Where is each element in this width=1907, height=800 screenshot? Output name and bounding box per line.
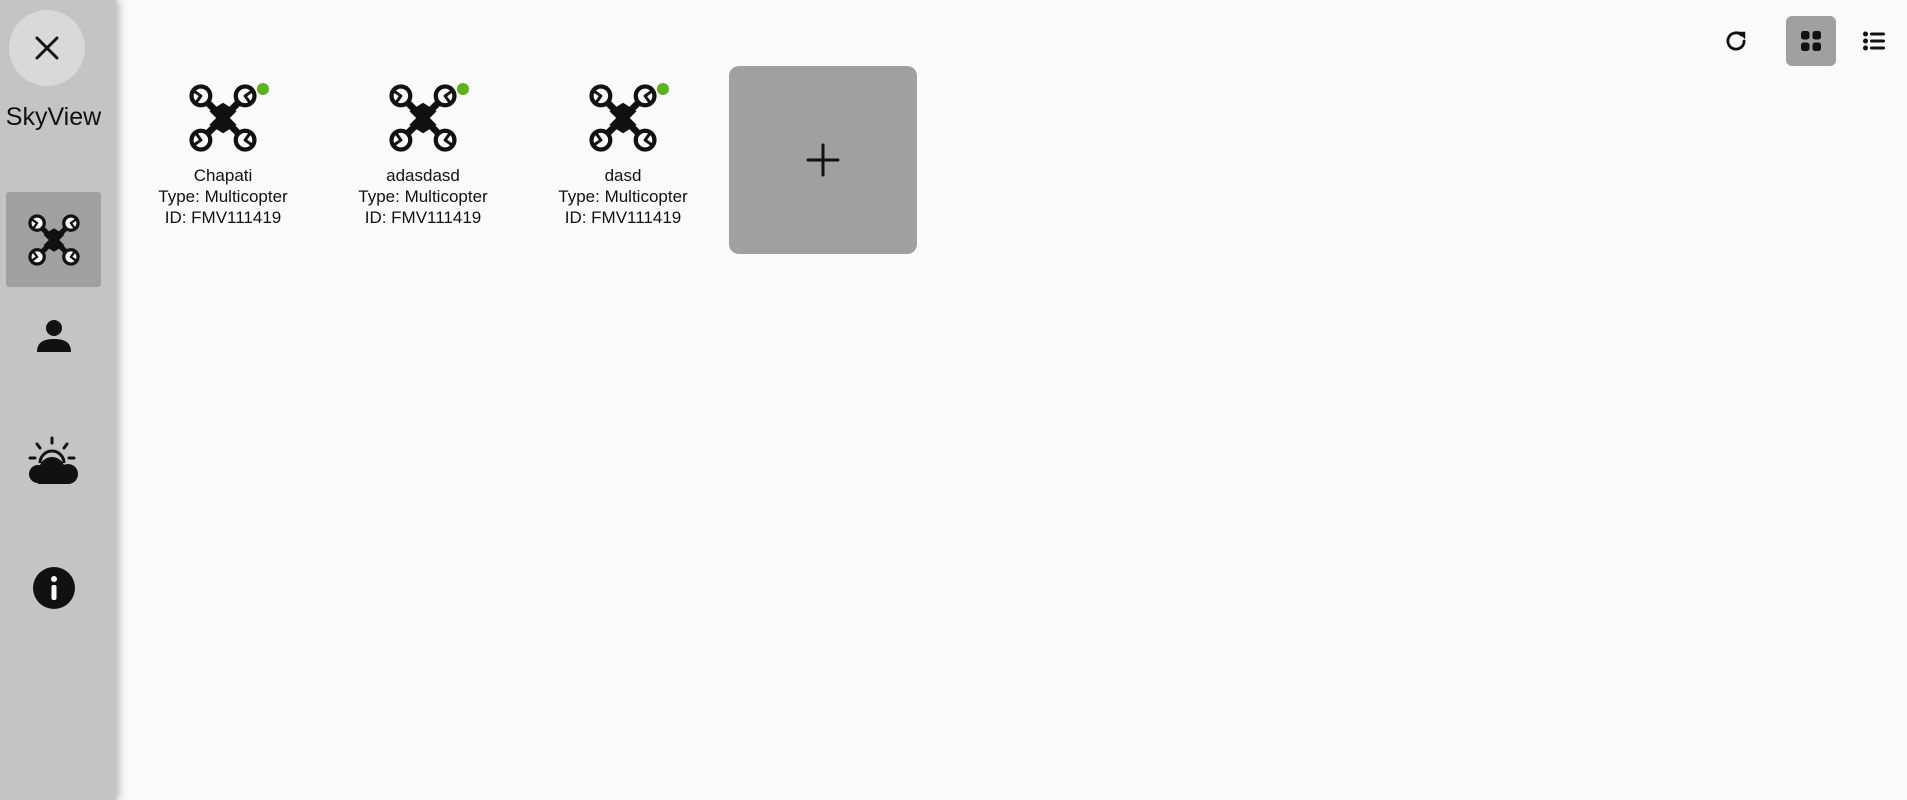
grid-view-icon bbox=[1801, 31, 1821, 51]
sidebar: SkyView bbox=[0, 0, 116, 800]
drone-name: Chapati bbox=[193, 166, 253, 185]
nav-item-users[interactable] bbox=[6, 288, 101, 383]
person-icon bbox=[36, 319, 71, 352]
list-view-icon bbox=[1863, 31, 1885, 51]
drone-name: dasd bbox=[604, 166, 642, 185]
drone-icon bbox=[389, 84, 457, 152]
drone-type: Type: Multicopter bbox=[158, 187, 288, 206]
close-button[interactable] bbox=[9, 10, 85, 86]
drone-id: ID: FMV111419 bbox=[364, 208, 482, 227]
main-content: Chapati Type: Multicopter ID: FMV111419 … bbox=[116, 0, 1907, 800]
drone-id: ID: FMV111419 bbox=[564, 208, 682, 227]
status-online-dot bbox=[457, 83, 469, 95]
drone-icon bbox=[28, 214, 80, 266]
add-drone-button[interactable] bbox=[729, 66, 917, 254]
status-online-dot bbox=[657, 83, 669, 95]
weather-icon bbox=[28, 436, 78, 484]
nav-item-weather[interactable] bbox=[6, 415, 101, 510]
plus-icon bbox=[806, 143, 840, 177]
drone-type: Type: Multicopter bbox=[358, 187, 488, 206]
drone-type: Type: Multicopter bbox=[558, 187, 688, 206]
grid-view-button[interactable] bbox=[1786, 16, 1836, 66]
app-title: SkyView bbox=[5, 103, 102, 131]
refresh-button[interactable] bbox=[1711, 16, 1761, 66]
drone-icon bbox=[589, 84, 657, 152]
nav-item-info[interactable] bbox=[6, 540, 101, 635]
list-view-button[interactable] bbox=[1849, 16, 1899, 66]
close-icon bbox=[35, 36, 59, 60]
drone-name: adasdasd bbox=[386, 166, 460, 185]
drone-card[interactable]: Chapati Type: Multicopter ID: FMV111419 bbox=[143, 78, 303, 228]
drone-card[interactable]: adasdasd Type: Multicopter ID: FMV111419 bbox=[343, 78, 503, 228]
drone-card[interactable]: dasd Type: Multicopter ID: FMV111419 bbox=[543, 78, 703, 228]
nav-item-drones[interactable] bbox=[6, 192, 101, 287]
refresh-icon bbox=[1726, 31, 1746, 51]
status-online-dot bbox=[257, 83, 269, 95]
info-icon bbox=[32, 566, 75, 609]
drone-icon bbox=[189, 84, 257, 152]
drone-id: ID: FMV111419 bbox=[164, 208, 282, 227]
